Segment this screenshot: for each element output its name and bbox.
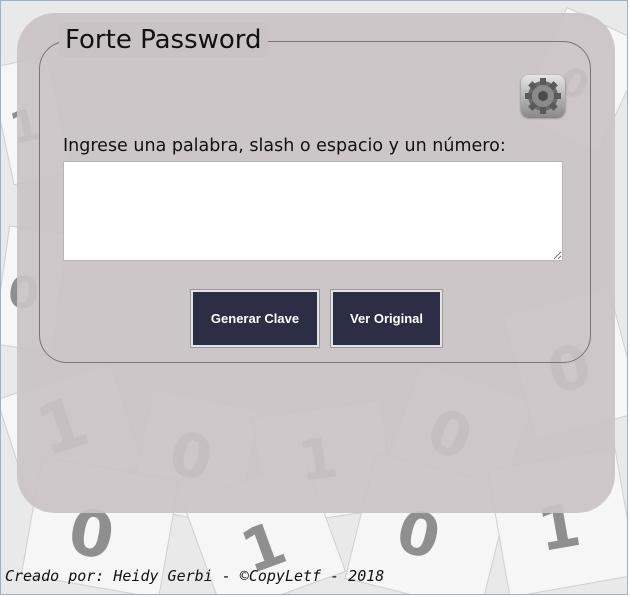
generate-password-button[interactable]: Generar Clave [191, 290, 319, 347]
footer-credit: Creado por: Heidy Gerbi - ©CopyLetf - 20… [5, 567, 385, 585]
word-input[interactable] [63, 161, 563, 261]
input-label: Ingrese una palabra, slash o espacio y u… [63, 136, 506, 156]
page-frame: 1 0 1 0 0 0 1 0 1 0 1 0 Forte Password [0, 0, 628, 595]
form-title: Forte Password [59, 23, 268, 57]
settings-button[interactable] [521, 75, 565, 117]
view-original-button[interactable]: Ver Original [331, 290, 442, 347]
gear-icon [525, 78, 561, 114]
